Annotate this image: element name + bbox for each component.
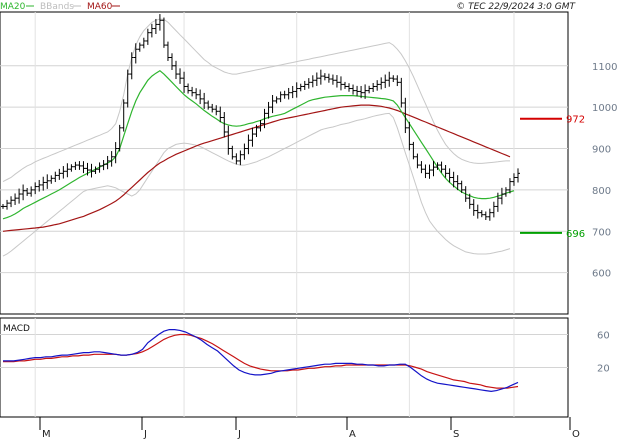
- x-tick-label: J: [143, 429, 147, 440]
- macd-y-ticks: 60 20: [597, 331, 610, 375]
- level-label: 696: [566, 229, 585, 240]
- copyright: © TEC 22/9/2024 3:0 GMT: [456, 2, 576, 12]
- x-axis: MJJASO: [39, 417, 580, 440]
- x-tick-label: J: [237, 429, 241, 440]
- legend-ma60: MA60: [87, 2, 113, 12]
- legend-bbands: BBands: [40, 2, 74, 12]
- stock-chart: 972696 11001000900800700600 6020 MJJASO …: [0, 2, 617, 440]
- price-y-tick-label: 900: [592, 145, 611, 156]
- price-y-tick-label: 800: [592, 186, 611, 197]
- x-tick-label: S: [453, 429, 459, 440]
- price-y-tick-label: 1100: [592, 62, 617, 73]
- price-y-ticks: 1100 1000 900 800 700 600: [592, 62, 617, 280]
- price-y-tick-label: 700: [592, 227, 611, 238]
- level-label: 972: [566, 115, 585, 126]
- legend-ma20: MA20: [0, 2, 26, 12]
- macd-y-tick-label: 20: [597, 364, 610, 375]
- legend: MA20 BBands MA60: [0, 2, 120, 12]
- macd-y-tick-label: 60: [597, 331, 610, 342]
- macd-title: MACD: [3, 324, 30, 334]
- price-y-tick-label: 1000: [592, 103, 617, 114]
- price-y-tick-label: 600: [592, 269, 611, 280]
- x-tick-label: A: [349, 429, 356, 440]
- x-tick-label: O: [572, 429, 580, 440]
- x-tick-label: M: [42, 429, 51, 440]
